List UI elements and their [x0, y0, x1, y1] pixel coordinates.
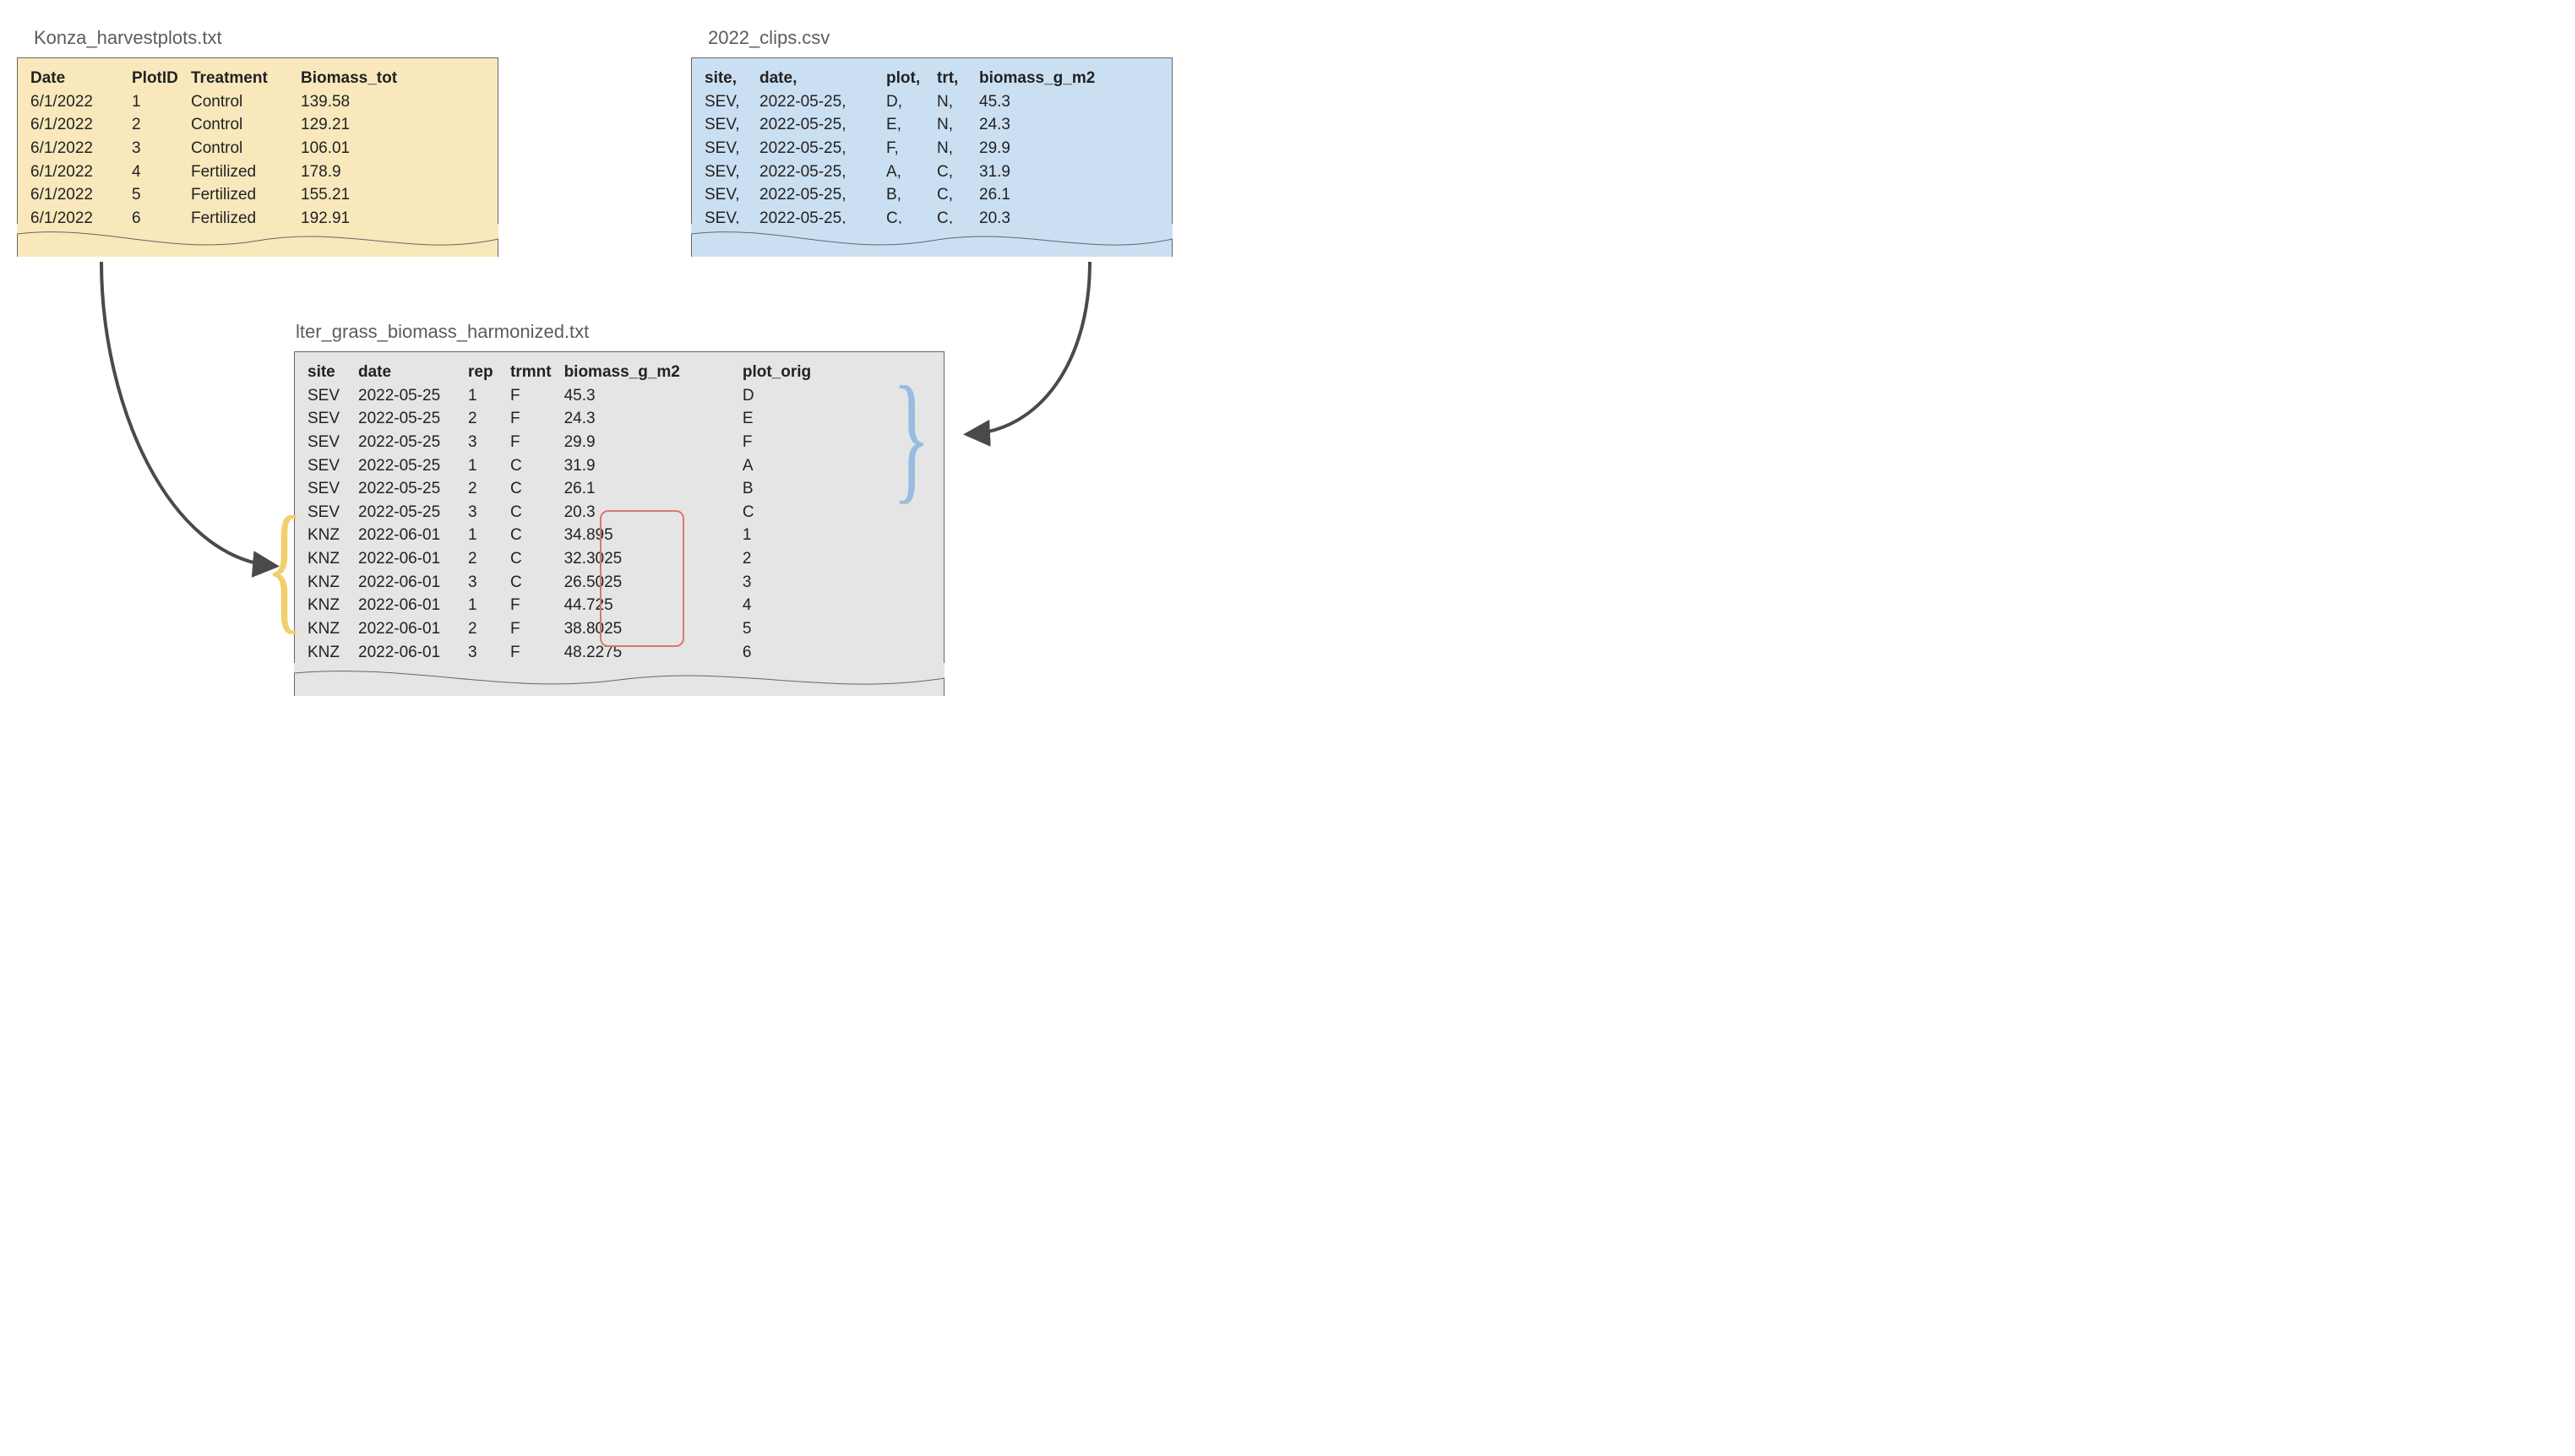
col-trt: trt, — [936, 67, 978, 90]
table-row: SEV,2022-05-25,F,N,29.9 — [704, 137, 1113, 160]
source-table-konza: Date PlotID Treatment Biomass_tot 6/1/20… — [17, 57, 498, 257]
table-header-row: site, date, plot, trt, biomass_g_m2 — [704, 67, 1113, 90]
harmonized-table: site date rep trmnt biomass_g_m2 plot_or… — [307, 361, 823, 664]
brace-sev-icon: } — [892, 365, 930, 508]
table-row: SEV2022-05-252F24.3E — [307, 407, 823, 431]
col-plotid: PlotID — [131, 67, 190, 90]
source-file-label-konza: Konza_harvestplots.txt — [34, 27, 222, 49]
diagram-canvas: Konza_harvestplots.txt Date PlotID Treat… — [0, 0, 1288, 728]
harmonized-file-label: lter_grass_biomass_harmonized.txt — [296, 321, 589, 343]
table-row: SEV2022-05-251C31.9A — [307, 454, 823, 478]
col-date: date, — [759, 67, 885, 90]
col-biomass: biomass_g_m2 — [563, 361, 692, 384]
table-row: SEV,2022-05-25,B,C,26.1 — [704, 183, 1113, 207]
col-rep: rep — [467, 361, 509, 384]
table-row: 6/1/20221Control139.58 — [30, 90, 418, 114]
table-row: 6/1/20225Fertilized155.21 — [30, 183, 418, 207]
brace-konza-icon: { — [265, 495, 303, 638]
col-treatment: Treatment — [190, 67, 300, 90]
col-plot: plot, — [885, 67, 936, 90]
table-row: KNZ2022-06-012F38.80255 — [307, 617, 823, 641]
table-row: SEV,2022-05-25,E,N,24.3 — [704, 113, 1113, 137]
table-row: SEV2022-05-252C26.1B — [307, 477, 823, 501]
source-table-clips: site, date, plot, trt, biomass_g_m2 SEV,… — [691, 57, 1173, 257]
arrow-konza-to-harmonized — [101, 262, 273, 566]
col-site: site, — [704, 67, 759, 90]
torn-edge-icon — [294, 663, 945, 697]
table-row: KNZ2022-06-011C34.8951 — [307, 524, 823, 547]
col-trmnt: trmnt — [509, 361, 563, 384]
table-row: 6/1/20226Fertilized192.91 — [30, 207, 418, 231]
table-row: KNZ2022-06-013F48.22756 — [307, 641, 823, 665]
table-row: 6/1/20223Control106.01 — [30, 137, 418, 160]
table-header-row: site date rep trmnt biomass_g_m2 plot_or… — [307, 361, 823, 384]
table-row: SEV,2022-05-25,C,C,20.3 — [704, 207, 1113, 231]
table-row: SEV,2022-05-25,A,C,31.9 — [704, 160, 1113, 184]
col-biomass: biomass_g_m2 — [978, 67, 1113, 90]
table-header-row: Date PlotID Treatment Biomass_tot — [30, 67, 418, 90]
table-row: 6/1/20222Control129.21 — [30, 113, 418, 137]
col-date: Date — [30, 67, 131, 90]
source-file-label-clips: 2022_clips.csv — [708, 27, 830, 49]
col-site: site — [307, 361, 357, 384]
table-row: 6/1/20224Fertilized178.9 — [30, 160, 418, 184]
table-row: SEV2022-05-251F45.3D — [307, 384, 823, 408]
table-row: SEV2022-05-253C20.3C — [307, 501, 823, 524]
table-row: SEV2022-05-253F29.9F — [307, 431, 823, 454]
table-row: KNZ2022-06-011F44.7254 — [307, 594, 823, 617]
arrow-clips-to-harmonized — [970, 262, 1090, 434]
table-row: SEV,2022-05-25,D,N,45.3 — [704, 90, 1113, 114]
konza-table: Date PlotID Treatment Biomass_tot 6/1/20… — [30, 67, 418, 230]
table-row: KNZ2022-06-013C26.50253 — [307, 571, 823, 595]
col-plot-orig: plot_orig — [692, 361, 823, 384]
clips-table: site, date, plot, trt, biomass_g_m2 SEV,… — [704, 67, 1113, 230]
table-row: KNZ2022-06-012C32.30252 — [307, 547, 823, 571]
col-biomass: Biomass_tot — [300, 67, 418, 90]
col-date: date — [357, 361, 467, 384]
highlight-converted-biomass — [600, 510, 684, 647]
